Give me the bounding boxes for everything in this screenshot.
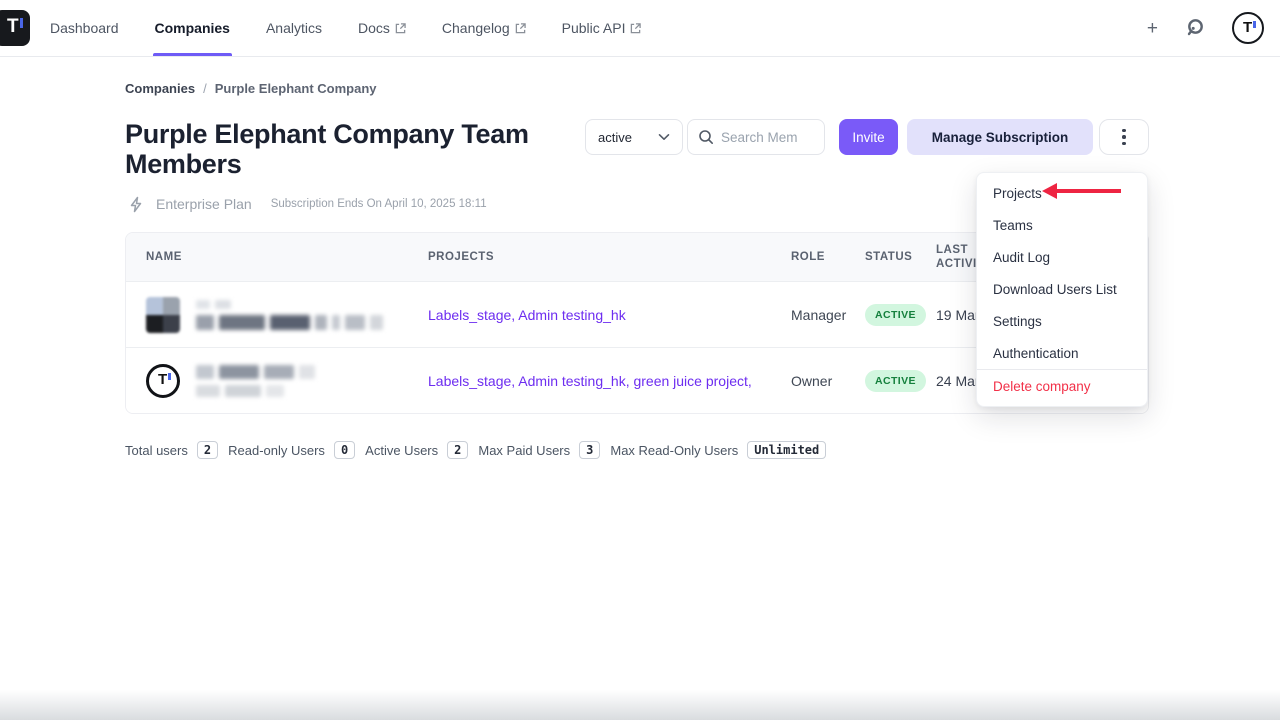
search-icon <box>698 129 714 145</box>
stat-label: Max Read-Only Users <box>610 443 738 458</box>
status-filter-select[interactable]: active <box>585 119 683 155</box>
stat-label: Active Users <box>365 443 438 458</box>
stat-max-readonly-users: Max Read-Only Users Unlimited <box>610 441 826 459</box>
nav-item-label: Analytics <box>266 20 322 36</box>
nav-item-changelog[interactable]: Changelog <box>442 0 526 56</box>
nav-item-docs[interactable]: Docs <box>358 0 406 56</box>
nav-item-companies[interactable]: Companies <box>155 0 230 56</box>
column-header-status: STATUS <box>865 251 936 263</box>
nav-item-dashboard[interactable]: Dashboard <box>50 0 119 56</box>
stat-value: 0 <box>334 441 355 459</box>
subscription-end-text: Subscription Ends On April 10, 2025 18:1… <box>271 198 487 210</box>
external-link-icon <box>395 23 406 34</box>
breadcrumb-current: Purple Elephant Company <box>215 81 377 96</box>
stat-active-users: Active Users 2 <box>365 441 468 459</box>
column-header-name: NAME <box>146 251 428 263</box>
menu-item-download-users-list[interactable]: Download Users List <box>977 273 1147 305</box>
menu-item-delete-company[interactable]: Delete company <box>977 370 1147 402</box>
breadcrumb: Companies / Purple Elephant Company <box>125 81 1149 96</box>
status-badge: ACTIVE <box>865 370 926 392</box>
user-avatar[interactable]: T <box>1232 12 1264 44</box>
nav-item-label: Docs <box>358 20 390 36</box>
menu-item-teams[interactable]: Teams <box>977 209 1147 241</box>
stat-max-paid-users: Max Paid Users 3 <box>478 441 600 459</box>
avatar-logo-letter: T <box>158 371 167 388</box>
avatar-logo-tick <box>1253 21 1256 28</box>
status-badge: ACTIVE <box>865 304 926 326</box>
stat-label: Total users <box>125 443 188 458</box>
bottom-fade <box>0 690 1280 720</box>
breadcrumb-companies-link[interactable]: Companies <box>125 81 195 96</box>
avatar-logo-tick <box>168 373 171 380</box>
stat-readonly-users: Read-only Users 0 <box>228 441 355 459</box>
redacted-name <box>196 300 383 330</box>
nav-item-public-api[interactable]: Public API <box>562 0 642 56</box>
column-header-projects: PROJECTS <box>428 251 791 263</box>
search-icon[interactable] <box>1184 17 1206 39</box>
member-search-box <box>687 119 825 155</box>
menu-item-audit-log[interactable]: Audit Log <box>977 241 1147 273</box>
menu-item-authentication[interactable]: Authentication <box>977 337 1147 369</box>
stat-value: 2 <box>447 441 468 459</box>
nav-item-label: Dashboard <box>50 20 119 36</box>
avatar <box>146 297 180 333</box>
member-name-cell <box>146 297 428 333</box>
menu-item-settings[interactable]: Settings <box>977 305 1147 337</box>
nav-item-label: Changelog <box>442 20 510 36</box>
stat-value: 3 <box>579 441 600 459</box>
role-value: Owner <box>791 373 865 389</box>
page-title: Purple Elephant Company Team Members <box>125 119 585 179</box>
app-logo[interactable]: T <box>0 10 30 46</box>
plan-name: Enterprise Plan <box>156 196 252 212</box>
external-link-icon <box>515 23 526 34</box>
app-logo-letter: T <box>7 16 19 38</box>
stat-value: Unlimited <box>747 441 826 459</box>
status-cell: ACTIVE <box>865 304 936 326</box>
chevron-down-icon <box>658 133 670 141</box>
stat-label: Read-only Users <box>228 443 325 458</box>
add-icon[interactable]: + <box>1147 19 1158 38</box>
nav-right-actions: + T <box>1147 12 1280 44</box>
user-stats-bar: Total users 2 Read-only Users 0 Active U… <box>125 441 1149 459</box>
member-search-input[interactable] <box>721 130 821 145</box>
top-navigation: T Dashboard Companies Analytics Docs Cha… <box>0 0 1280 57</box>
status-filter-value: active <box>598 130 632 145</box>
app-logo-tick <box>20 18 23 28</box>
invite-button[interactable]: Invite <box>839 119 898 155</box>
projects-links[interactable]: Labels_stage, Admin testing_hk <box>428 306 791 324</box>
manage-subscription-button[interactable]: Manage Subscription <box>907 119 1093 155</box>
nav-item-label: Companies <box>155 20 230 36</box>
menu-item-projects[interactable]: Projects <box>977 177 1147 209</box>
breadcrumb-separator: / <box>203 81 207 96</box>
projects-links[interactable]: Labels_stage, Admin testing_hk, green ju… <box>428 372 791 390</box>
stat-value: 2 <box>197 441 218 459</box>
avatar-logo-letter: T <box>1243 19 1252 36</box>
primary-nav: Dashboard Companies Analytics Docs Chang… <box>50 0 641 56</box>
nav-item-label: Public API <box>562 20 626 36</box>
external-link-icon <box>630 23 641 34</box>
stat-label: Max Paid Users <box>478 443 570 458</box>
more-actions-button[interactable] <box>1099 119 1149 155</box>
status-cell: ACTIVE <box>865 370 936 392</box>
more-actions-menu: Projects Teams Audit Log Download Users … <box>976 172 1148 407</box>
column-header-role: ROLE <box>791 251 865 263</box>
lightning-icon <box>128 196 145 213</box>
kebab-icon <box>1122 129 1126 146</box>
nav-item-analytics[interactable]: Analytics <box>266 0 322 56</box>
member-name-cell: T <box>146 364 428 398</box>
header-controls: active Invite Manage Subscription <box>585 119 1149 155</box>
avatar: T <box>146 364 180 398</box>
stat-total-users: Total users 2 <box>125 441 218 459</box>
redacted-name <box>196 365 315 397</box>
role-value: Manager <box>791 307 865 323</box>
page-header: Purple Elephant Company Team Members act… <box>125 119 1149 179</box>
